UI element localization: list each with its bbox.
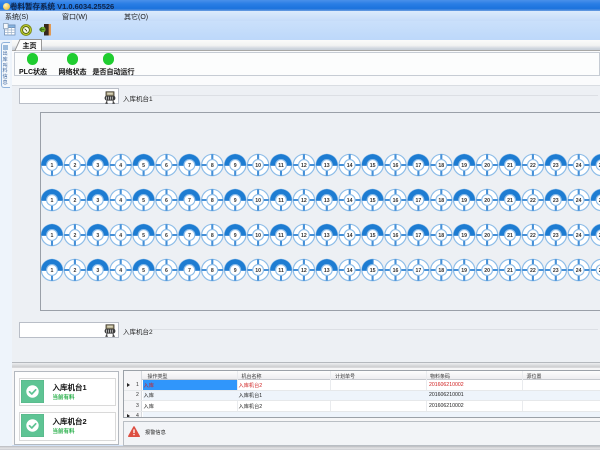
svg-text:15: 15: [370, 163, 376, 169]
svg-text:9: 9: [234, 233, 237, 239]
svg-text:21: 21: [507, 268, 513, 274]
svg-text:11: 11: [278, 163, 284, 169]
svg-text:10: 10: [255, 198, 261, 204]
svg-text:10: 10: [255, 163, 261, 169]
svg-text:7: 7: [188, 198, 191, 204]
svg-text:20: 20: [484, 268, 490, 274]
svg-text:1: 1: [51, 163, 54, 169]
svg-text:19: 19: [461, 268, 467, 274]
svg-text:19: 19: [461, 163, 467, 169]
svg-text:4: 4: [119, 163, 122, 169]
svg-text:8: 8: [211, 198, 214, 204]
svg-text:22: 22: [530, 268, 536, 274]
svg-text:3: 3: [96, 163, 99, 169]
svg-text:4: 4: [119, 233, 122, 239]
svg-text:9: 9: [234, 268, 237, 274]
svg-text:24: 24: [576, 233, 582, 239]
svg-text:20: 20: [484, 233, 490, 239]
svg-text:1: 1: [51, 268, 54, 274]
svg-text:3: 3: [96, 233, 99, 239]
svg-text:24: 24: [576, 268, 582, 274]
svg-text:21: 21: [507, 163, 513, 169]
svg-text:18: 18: [438, 268, 444, 274]
svg-text:19: 19: [461, 198, 467, 204]
svg-text:13: 13: [324, 233, 330, 239]
svg-text:4: 4: [119, 198, 122, 204]
svg-text:5: 5: [142, 268, 145, 274]
svg-text:23: 23: [553, 233, 559, 239]
svg-text:5: 5: [142, 233, 145, 239]
svg-text:23: 23: [553, 268, 559, 274]
svg-text:16: 16: [393, 233, 399, 239]
svg-text:17: 17: [416, 268, 422, 274]
svg-text:6: 6: [165, 233, 168, 239]
svg-text:14: 14: [347, 233, 353, 239]
svg-text:10: 10: [255, 268, 261, 274]
svg-text:9: 9: [234, 198, 237, 204]
svg-text:15: 15: [370, 268, 376, 274]
svg-text:7: 7: [188, 268, 191, 274]
svg-text:19: 19: [461, 233, 467, 239]
svg-text:8: 8: [211, 163, 214, 169]
svg-text:14: 14: [347, 268, 353, 274]
svg-text:11: 11: [278, 268, 284, 274]
svg-text:8: 8: [211, 268, 214, 274]
svg-text:12: 12: [301, 268, 307, 274]
svg-text:13: 13: [324, 268, 330, 274]
svg-text:7: 7: [188, 163, 191, 169]
svg-text:12: 12: [301, 163, 307, 169]
svg-text:1: 1: [51, 198, 54, 204]
svg-text:14: 14: [347, 198, 353, 204]
svg-text:22: 22: [530, 163, 536, 169]
svg-text:5: 5: [142, 198, 145, 204]
svg-text:13: 13: [324, 163, 330, 169]
svg-text:12: 12: [301, 233, 307, 239]
svg-text:2: 2: [73, 233, 76, 239]
svg-text:15: 15: [370, 233, 376, 239]
svg-text:4: 4: [119, 268, 122, 274]
svg-text:17: 17: [416, 233, 422, 239]
svg-text:24: 24: [576, 198, 582, 204]
svg-text:13: 13: [324, 198, 330, 204]
svg-text:12: 12: [301, 198, 307, 204]
svg-text:23: 23: [553, 198, 559, 204]
svg-text:8: 8: [211, 233, 214, 239]
svg-text:22: 22: [530, 233, 536, 239]
svg-text:24: 24: [576, 163, 582, 169]
svg-text:16: 16: [393, 163, 399, 169]
svg-text:16: 16: [393, 268, 399, 274]
svg-text:21: 21: [507, 198, 513, 204]
svg-text:23: 23: [553, 163, 559, 169]
svg-text:1: 1: [51, 233, 54, 239]
svg-text:22: 22: [530, 198, 536, 204]
svg-text:11: 11: [278, 198, 284, 204]
svg-text:16: 16: [393, 198, 399, 204]
svg-text:10: 10: [255, 233, 261, 239]
svg-text:6: 6: [165, 198, 168, 204]
svg-text:21: 21: [507, 233, 513, 239]
svg-text:2: 2: [73, 268, 76, 274]
svg-text:17: 17: [416, 163, 422, 169]
svg-text:20: 20: [484, 163, 490, 169]
svg-text:20: 20: [484, 198, 490, 204]
svg-text:18: 18: [438, 233, 444, 239]
svg-text:5: 5: [142, 163, 145, 169]
svg-text:7: 7: [188, 233, 191, 239]
svg-text:18: 18: [438, 163, 444, 169]
svg-text:15: 15: [370, 198, 376, 204]
svg-text:6: 6: [165, 268, 168, 274]
svg-text:18: 18: [438, 198, 444, 204]
svg-text:6: 6: [165, 163, 168, 169]
svg-text:17: 17: [416, 198, 422, 204]
svg-text:2: 2: [73, 163, 76, 169]
svg-text:3: 3: [96, 198, 99, 204]
svg-text:11: 11: [278, 233, 284, 239]
svg-text:9: 9: [234, 163, 237, 169]
svg-text:2: 2: [73, 198, 76, 204]
svg-text:3: 3: [96, 268, 99, 274]
svg-text:14: 14: [347, 163, 353, 169]
